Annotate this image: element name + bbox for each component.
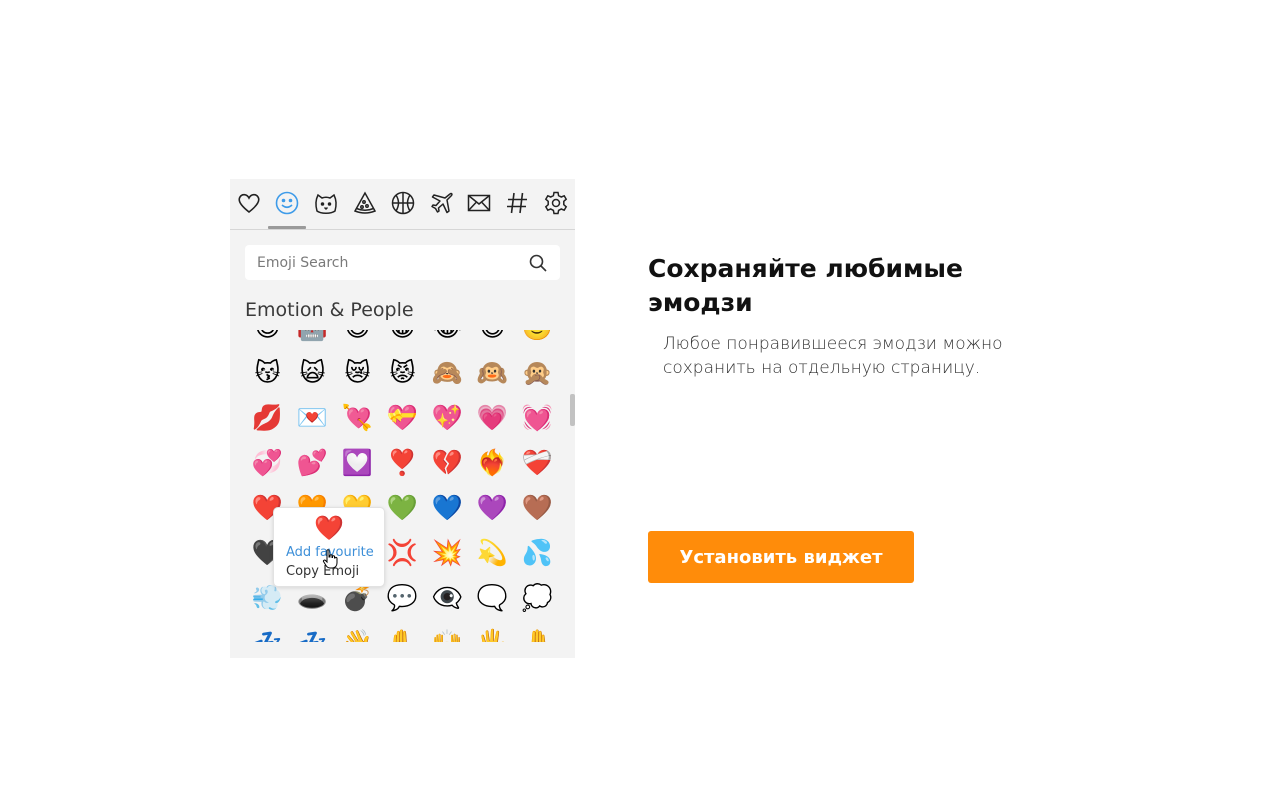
emoji-cell[interactable]: 💓 xyxy=(515,395,560,440)
tab-symbols[interactable] xyxy=(502,188,532,218)
emoji-cell[interactable]: 🤎 xyxy=(515,485,560,530)
emoji-cell[interactable]: 💗 xyxy=(470,395,515,440)
emoji-cell[interactable]: 💥 xyxy=(425,530,470,575)
emoji-search-input[interactable] xyxy=(245,245,515,280)
emoji-cell[interactable]: 💔 xyxy=(425,440,470,485)
emoji-context-menu: ❤️ Add favourite Copy Emoji xyxy=(273,507,385,587)
emoji-cell[interactable]: 💝 xyxy=(380,395,425,440)
emoji-cell[interactable]: 👁️‍🗨️ xyxy=(425,575,470,620)
emoji-cell[interactable]: ❤️‍🩹 xyxy=(515,440,560,485)
smiley-icon xyxy=(275,191,299,215)
emoji-cell[interactable]: 🤖 xyxy=(290,330,335,350)
emoji-cell[interactable]: 💕 xyxy=(290,440,335,485)
tab-settings[interactable] xyxy=(541,188,571,218)
emoji-cell[interactable]: 💢 xyxy=(380,530,425,575)
section-title: Emotion & People xyxy=(245,299,414,321)
emoji-cell[interactable]: 💋 xyxy=(245,395,290,440)
tab-objects[interactable] xyxy=(464,188,494,218)
heart-outline-icon xyxy=(238,193,260,214)
promo-description: Любое понравившееся эмодзи можно сохрани… xyxy=(663,334,1003,378)
search-icon[interactable] xyxy=(528,253,548,273)
emoji-cell[interactable]: ✋ xyxy=(380,620,425,642)
install-widget-button[interactable]: Установить виджет xyxy=(648,531,914,583)
emoji-cell[interactable]: 💦 xyxy=(515,530,560,575)
emoji-cell[interactable]: 🙌 xyxy=(425,620,470,642)
scrollbar-thumb[interactable] xyxy=(570,394,575,426)
hashtag-icon xyxy=(507,192,527,214)
emoji-cell[interactable]: 😂 xyxy=(425,330,470,350)
emoji-cell[interactable]: ❣️ xyxy=(380,440,425,485)
gear-icon xyxy=(544,191,568,215)
tab-activity[interactable] xyxy=(388,188,418,218)
active-tab-indicator xyxy=(268,226,306,229)
emoji-cell[interactable]: 😄 xyxy=(470,330,515,350)
emoji-cell[interactable]: 😾 xyxy=(380,350,425,395)
cat-face-icon xyxy=(315,193,337,214)
tab-food-drink[interactable] xyxy=(350,188,380,218)
tab-animals-nature[interactable] xyxy=(311,188,341,218)
envelope-icon xyxy=(467,194,491,212)
emoji-cell[interactable]: 💞 xyxy=(245,440,290,485)
emoji-cell[interactable]: 💙 xyxy=(425,485,470,530)
emoji-cell[interactable]: 😃 xyxy=(335,330,380,350)
emoji-cell[interactable]: 😈 xyxy=(245,330,290,350)
emoji-cell[interactable]: 💤 xyxy=(290,620,335,642)
emoji-cell[interactable]: 💭 xyxy=(515,575,560,620)
tab-travel-places[interactable] xyxy=(427,188,457,218)
emoji-cell[interactable]: 🙉 xyxy=(470,350,515,395)
airplane-icon xyxy=(431,192,453,214)
emoji-search-box xyxy=(245,245,560,280)
emoji-cell[interactable]: 🙂 xyxy=(515,330,560,350)
emoji-widget: Emotion & People 😈🤖😃😀😂😄🙂 😽🙀😿😾🙈🙉🙊 💋💌💘💝💖💗💓 💞💕… xyxy=(230,179,575,658)
emoji-cell[interactable]: 👋 xyxy=(335,620,380,642)
emoji-cell[interactable]: 💘 xyxy=(335,395,380,440)
emoji-cell[interactable]: ❤️‍🔥 xyxy=(470,440,515,485)
hand-cursor-icon xyxy=(322,549,338,569)
emoji-grid-viewport: 😈🤖😃😀😂😄🙂😽🙀😿😾🙈🙉🙊💋💌💘💝💖💗💓💞💕💟❣️💔❤️‍🔥❤️‍🩹❤️🧡💛💚… xyxy=(245,330,560,642)
emoji-cell[interactable]: 💟 xyxy=(335,440,380,485)
emoji-cell[interactable]: 🤚 xyxy=(515,620,560,642)
selected-emoji-preview: ❤️ xyxy=(314,514,344,542)
category-tabbar xyxy=(230,179,575,230)
emoji-cell[interactable]: 💤 xyxy=(245,620,290,642)
emoji-cell[interactable]: 🖐️ xyxy=(470,620,515,642)
emoji-cell[interactable]: 😀 xyxy=(380,330,425,350)
promo-headline: Сохраняйте любимые эмодзи xyxy=(648,254,963,317)
emoji-cell[interactable]: 🙈 xyxy=(425,350,470,395)
basketball-icon xyxy=(391,191,415,215)
emoji-cell[interactable]: 💬 xyxy=(380,575,425,620)
tab-emotion-people[interactable] xyxy=(272,188,302,218)
emoji-cell[interactable]: 😿 xyxy=(335,350,380,395)
emoji-cell[interactable]: 💌 xyxy=(290,395,335,440)
emoji-cell[interactable]: 😽 xyxy=(245,350,290,395)
emoji-cell[interactable]: 💫 xyxy=(470,530,515,575)
emoji-cell[interactable]: 💜 xyxy=(470,485,515,530)
pizza-slice-icon xyxy=(353,191,377,214)
emoji-cell[interactable]: 💚 xyxy=(380,485,425,530)
emoji-grid: 😈🤖😃😀😂😄🙂😽🙀😿😾🙈🙉🙊💋💌💘💝💖💗💓💞💕💟❣️💔❤️‍🔥❤️‍🩹❤️🧡💛💚… xyxy=(245,330,560,642)
emoji-cell[interactable]: 🙀 xyxy=(290,350,335,395)
emoji-cell[interactable]: 💖 xyxy=(425,395,470,440)
emoji-cell[interactable]: 🙊 xyxy=(515,350,560,395)
emoji-cell[interactable]: 🗨️ xyxy=(470,575,515,620)
tab-favourites[interactable] xyxy=(234,188,264,218)
